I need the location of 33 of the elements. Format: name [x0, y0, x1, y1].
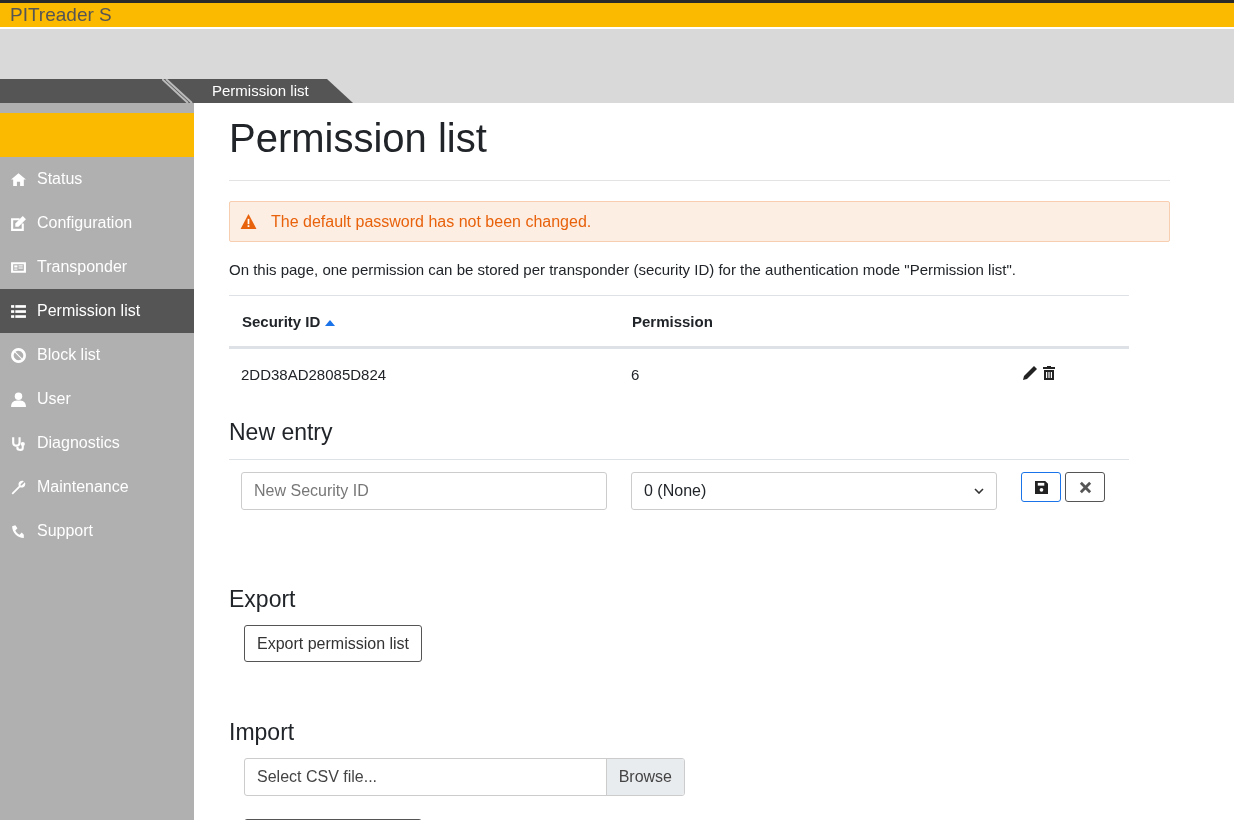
security-id-field[interactable]: New Security ID [241, 472, 607, 510]
section-heading: Import [229, 719, 296, 746]
stethoscope-icon [10, 434, 27, 452]
app-title: PITreader S [10, 4, 112, 26]
delete-icon[interactable] [1041, 364, 1057, 381]
column-header[interactable]: Security ID [229, 295, 619, 348]
edit-icon[interactable] [1022, 364, 1038, 381]
export-button[interactable]: Export permission list [244, 625, 423, 662]
section-heading: New entry [229, 419, 1129, 460]
file-picker-field[interactable]: Select CSV file... Browse [244, 758, 685, 796]
page-title: Permission list [229, 115, 488, 162]
table-cell: 2DD38AD28085D824 [229, 347, 619, 399]
wrench-icon [10, 478, 27, 496]
save-button[interactable] [1021, 472, 1061, 502]
breadcrumb-end-icon [322, 79, 353, 103]
list-icon [10, 302, 27, 320]
house-icon [10, 170, 27, 188]
chevron-down-icon [974, 488, 984, 494]
ban-icon [10, 346, 27, 364]
edit-icon [10, 214, 27, 232]
column-header[interactable]: Permission [619, 295, 1010, 348]
section-heading: Export [229, 586, 297, 613]
description-text: On this page, one permission can be stored per transponder (security ID) for the authentication mode "Permission list". [229, 261, 1017, 278]
permission-dropdown[interactable]: 0 (None) [631, 472, 997, 510]
close-icon [1078, 480, 1092, 494]
table-cell: 6 [619, 347, 1010, 399]
phone-icon [10, 522, 27, 540]
cancel-button[interactable] [1065, 472, 1105, 502]
alert-message: The default password has not been changed. [271, 212, 592, 231]
browse-button[interactable]: Browse [605, 759, 684, 795]
sidebar-item[interactable]: Permission list [0, 289, 194, 333]
person-icon [10, 390, 27, 408]
warning-icon [240, 213, 257, 230]
